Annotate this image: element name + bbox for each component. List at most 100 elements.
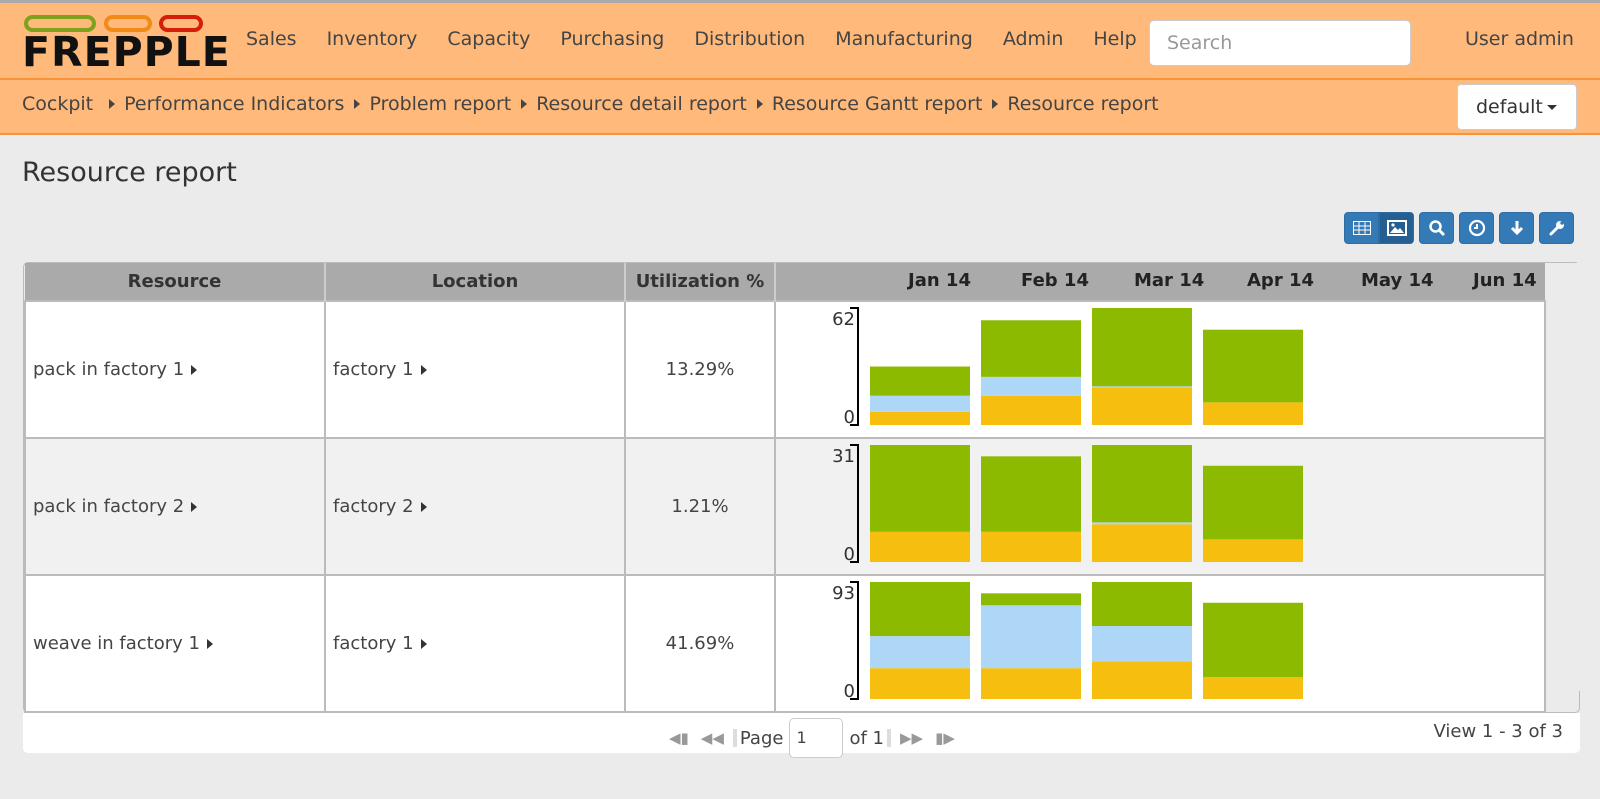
month-label-jun: Jun 14: [1473, 270, 1537, 291]
first-page-icon[interactable]: ◀▮: [669, 729, 689, 747]
scenario-label: default: [1476, 96, 1543, 118]
logo-text: FREPPLE: [22, 28, 231, 76]
bar-load-jan-14: [870, 668, 970, 699]
resource-cell[interactable]: pack in factory 1: [24, 300, 326, 439]
menu-admin[interactable]: Admin: [1003, 28, 1064, 50]
prev-page-icon[interactable]: ◀◀: [701, 729, 724, 747]
menu-sales[interactable]: Sales: [246, 28, 297, 50]
location-link[interactable]: factory 2: [333, 496, 414, 517]
user-menu[interactable]: User admin: [1465, 28, 1574, 50]
frepple-logo[interactable]: FREPPLE: [22, 11, 230, 74]
page-label: Page: [739, 727, 784, 749]
location-link[interactable]: factory 1: [333, 359, 414, 380]
context-menu-icon[interactable]: [191, 502, 198, 512]
month-label-feb: Feb 14: [1021, 270, 1089, 291]
column-header-timeline: Jan 14 Feb 14 Mar 14 Apr 14 May 14 Jun 1…: [775, 263, 1545, 301]
menu-inventory[interactable]: Inventory: [327, 28, 418, 50]
context-menu-icon[interactable]: [420, 365, 427, 375]
bar-free-jan-14: [870, 445, 970, 532]
menu-manufacturing[interactable]: Manufacturing: [835, 28, 973, 50]
next-page-icon[interactable]: ▶▶: [900, 729, 923, 747]
table-view-icon: [1352, 221, 1371, 235]
search-icon: [1428, 220, 1445, 237]
bar-free-jan-14: [870, 582, 970, 637]
location-cell[interactable]: factory 1: [324, 574, 626, 713]
context-menu-icon[interactable]: [206, 639, 213, 649]
utilization-cell: 41.69%: [624, 574, 776, 713]
last-page-icon[interactable]: ▮▶: [935, 729, 955, 747]
column-header-resource[interactable]: Resource: [25, 263, 326, 301]
location-cell[interactable]: factory 1: [324, 300, 626, 439]
pager-separator: [732, 729, 737, 747]
breadcrumb-problem-report[interactable]: Problem report: [369, 93, 511, 115]
search-input[interactable]: Search: [1149, 20, 1411, 66]
table-row[interactable]: weave in factory 1 factory 1 41.69% 93 0: [24, 574, 1546, 713]
customize-button[interactable]: [1539, 212, 1574, 244]
bar-free-feb-14: [981, 456, 1081, 532]
filter-button[interactable]: [1419, 212, 1454, 244]
resource-chart-pack-factory-1: 62 0: [832, 307, 1303, 428]
bar-free-mar-14: [1092, 308, 1192, 387]
time-buckets-button[interactable]: [1459, 212, 1494, 244]
menu-distribution[interactable]: Distribution: [694, 28, 805, 50]
resource-cell[interactable]: pack in factory 2: [24, 437, 326, 576]
bar-load-feb-14: [981, 668, 1081, 699]
scenario-dropdown[interactable]: default: [1457, 84, 1577, 130]
resource-link[interactable]: weave in factory 1: [33, 633, 200, 654]
bar-load-mar-14: [1092, 661, 1192, 699]
y-tick-zero: 0: [844, 544, 855, 565]
graph-view-button[interactable]: [1379, 212, 1414, 244]
menu-capacity[interactable]: Capacity: [447, 28, 530, 50]
context-menu-icon[interactable]: [420, 502, 427, 512]
report-table: Resource Location Utilization % Jan 14 F…: [24, 263, 1546, 713]
bar-load-mar-14: [1092, 524, 1192, 562]
resource-link[interactable]: pack in factory 2: [33, 496, 184, 517]
chart-cell: 62 0: [774, 300, 1546, 439]
column-header-location[interactable]: Location: [325, 263, 626, 301]
resource-link[interactable]: pack in factory 1: [33, 359, 184, 380]
bar-setup-mar-14: [1092, 626, 1192, 662]
download-icon: [1510, 221, 1523, 236]
month-label-apr: Apr 14: [1247, 270, 1315, 291]
menu-help[interactable]: Help: [1093, 28, 1136, 50]
vertical-scrollbar[interactable]: [1546, 263, 1580, 691]
download-button[interactable]: [1499, 212, 1534, 244]
breadcrumb-separator-icon: [756, 99, 763, 109]
caret-down-icon: [1546, 105, 1557, 110]
table-view-button[interactable]: [1344, 212, 1379, 244]
resource-chart-pack-factory-2: 31 0: [832, 444, 1303, 565]
y-tick-max: 31: [832, 446, 855, 467]
resource-report-grid: Resource Location Utilization % Jan 14 F…: [23, 262, 1580, 713]
page-number-input[interactable]: 1: [789, 718, 844, 758]
location-link[interactable]: factory 1: [333, 633, 414, 654]
pager: ◀▮ ◀◀ Page 1 of 1 ▶▶ ▮▶ View 1 - 3 of 3: [23, 713, 1580, 758]
breadcrumb: Cockpit Performance Indicators Problem r…: [22, 93, 1159, 115]
breadcrumb-resource-detail-report[interactable]: Resource detail report: [536, 93, 747, 115]
breadcrumb-performance-indicators[interactable]: Performance Indicators: [124, 93, 344, 115]
y-tick-max: 93: [832, 583, 855, 604]
bar-free-feb-14: [981, 593, 1081, 606]
page-title: Resource report: [22, 157, 237, 188]
month-label-jan: Jan 14: [908, 270, 971, 291]
resource-cell[interactable]: weave in factory 1: [24, 574, 326, 713]
pager-separator: [886, 729, 891, 747]
table-row[interactable]: pack in factory 1 factory 1 13.29% 62 0: [24, 300, 1546, 439]
bar-setup-mar-14: [1092, 386, 1192, 388]
table-row[interactable]: pack in factory 2 factory 2 1.21% 31 0: [24, 437, 1546, 576]
bar-load-jan-14: [870, 411, 970, 425]
location-cell[interactable]: factory 2: [324, 437, 626, 576]
breadcrumb-resource-report[interactable]: Resource report: [1007, 93, 1158, 115]
report-toolbar: [1344, 212, 1574, 244]
bar-free-feb-14: [981, 320, 1081, 377]
context-menu-icon[interactable]: [420, 639, 427, 649]
breadcrumb-separator-icon: [521, 99, 528, 109]
bar-free-apr-14: [1203, 329, 1303, 403]
column-header-utilization[interactable]: Utilization %: [625, 263, 776, 301]
breadcrumb-cockpit[interactable]: Cockpit: [22, 93, 93, 115]
bar-free-mar-14: [1092, 445, 1192, 523]
bar-free-jan-14: [870, 366, 970, 396]
utilization-cell: 1.21%: [624, 437, 776, 576]
context-menu-icon[interactable]: [191, 365, 198, 375]
breadcrumb-resource-gantt-report[interactable]: Resource Gantt report: [772, 93, 983, 115]
menu-purchasing[interactable]: Purchasing: [560, 28, 664, 50]
